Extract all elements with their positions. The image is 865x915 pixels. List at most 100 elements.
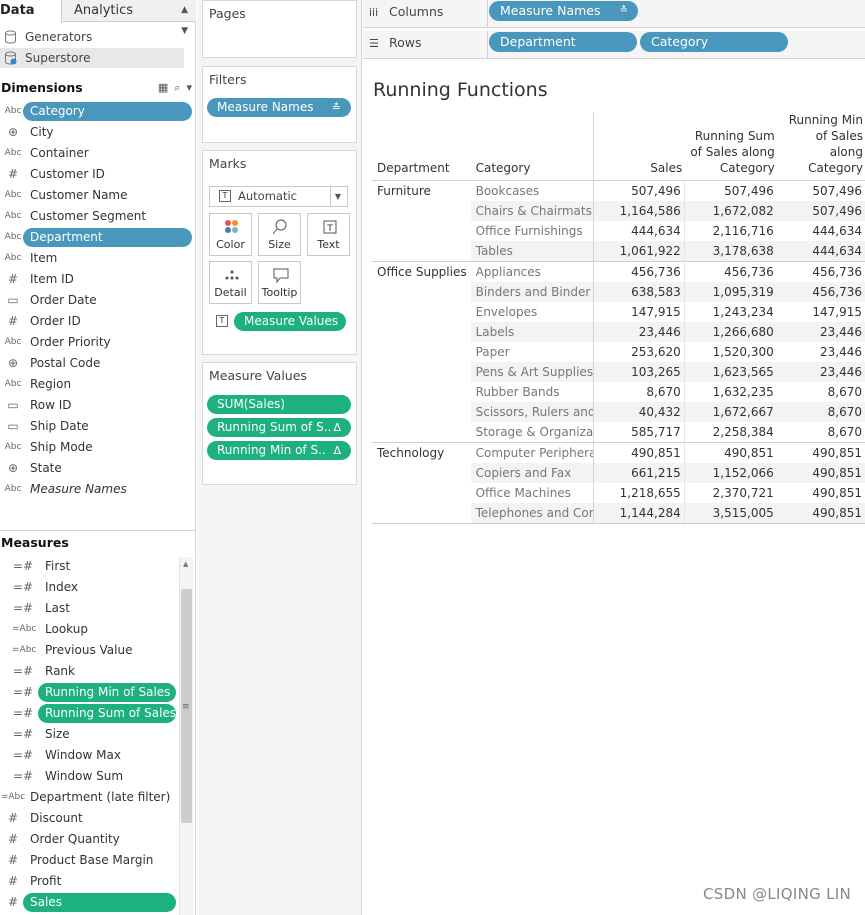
marks-text-button[interactable]: T Text [307,213,350,256]
running-min-cell[interactable]: 444,634 [776,241,865,262]
running-sum-cell[interactable]: 1,520,300 [683,342,777,362]
measure-field[interactable]: =# Window Max [0,745,179,766]
running-min-cell[interactable]: 490,851 [776,442,865,463]
category-cell[interactable]: Bookcases [470,180,595,201]
category-cell[interactable]: Storage & Organizat.. [470,422,595,443]
mark-type-dropdown[interactable]: T Automatic ▼ [209,186,348,207]
measure-field[interactable]: =Abc Department (late filter) [0,787,179,808]
running-sum-cell[interactable]: 1,266,680 [683,322,777,342]
marks-color-button[interactable]: Color [209,213,252,256]
mv-pill-running-min[interactable]: Running Min of S.. Δ [207,441,351,460]
department-cell[interactable]: Technology [372,442,471,524]
running-sum-cell[interactable]: 2,370,721 [683,483,777,503]
filter-pill-measure-names[interactable]: Measure Names ≛ [207,98,351,117]
running-sum-cell[interactable]: 490,851 [683,442,777,463]
sales-cell[interactable]: 40,432 [593,402,685,422]
header-department[interactable]: Department [372,112,471,181]
category-cell[interactable]: Copiers and Fax [470,463,595,483]
running-min-cell[interactable]: 147,915 [777,302,865,322]
measure-field[interactable]: # Sales [0,892,179,913]
measure-field[interactable]: =# Rank [0,661,179,682]
marks-detail-button[interactable]: Detail [209,261,252,304]
header-sales[interactable]: Sales [594,112,685,181]
marks-size-button[interactable]: Size [258,213,301,256]
header-running-sum[interactable]: Running Sum of Sales along Category [684,112,776,181]
scroll-up-icon[interactable]: ▲ [183,560,188,568]
measure-field[interactable]: =# Index [0,577,179,598]
department-cell[interactable]: Office Supplies [372,261,471,443]
measures-scrollbar[interactable]: ▲ ≡ [179,557,193,915]
measure-field[interactable]: =Abc Previous Value [0,640,179,661]
running-min-cell[interactable]: 456,736 [776,282,865,302]
search-icon[interactable]: ⌕ [174,81,180,94]
running-min-cell[interactable]: 8,670 [776,402,865,422]
measure-field[interactable]: =Abc Lookup [0,619,179,640]
measure-field[interactable]: # Product Base Margin [0,850,179,871]
running-sum-cell[interactable]: 1,623,565 [683,362,777,382]
sales-cell[interactable]: 456,736 [593,261,685,282]
category-cell[interactable]: Telephones and Com.. [470,503,595,524]
category-cell[interactable]: Rubber Bands [470,382,595,402]
category-cell[interactable]: Scissors, Rulers and .. [470,402,595,422]
datasource-superstore[interactable]: Superstore [0,48,184,68]
running-sum-cell[interactable]: 3,178,638 [683,241,777,262]
pages-card[interactable]: Pages [202,0,357,58]
category-cell[interactable]: Computer Periphera.. [470,442,595,463]
category-cell[interactable]: Appliances [470,261,595,282]
running-sum-cell[interactable]: 1,243,234 [683,302,777,322]
measure-field[interactable]: =# Window Sum [0,766,179,787]
running-sum-cell[interactable]: 1,672,082 [683,201,777,221]
measure-field[interactable]: =# First [0,556,179,577]
sales-cell[interactable]: 585,717 [594,422,685,443]
running-min-cell[interactable]: 490,851 [776,503,865,524]
measure-field[interactable]: # Profit [0,871,179,892]
sales-cell[interactable]: 1,144,284 [593,503,685,524]
sales-cell[interactable]: 490,851 [593,442,685,463]
measure-field[interactable]: # Order Quantity [0,829,179,850]
measure-field[interactable]: =# Running Sum of Sales [0,703,179,724]
view-list-icon[interactable]: ▦ [158,81,168,94]
header-running-min[interactable]: Running Min of Sales along Category [777,112,865,181]
columns-pill-measure-names[interactable]: Measure Names ≛ [489,1,638,21]
running-sum-cell[interactable]: 1,152,066 [683,463,777,483]
running-min-cell[interactable]: 456,736 [776,261,865,282]
running-min-cell[interactable]: 23,446 [776,362,865,382]
measure-field[interactable]: =# Last [0,598,179,619]
measure-field[interactable]: =# Size [0,724,179,745]
running-min-cell[interactable]: 23,446 [776,322,865,342]
category-cell[interactable]: Office Machines [470,483,595,503]
sales-cell[interactable]: 103,265 [593,362,685,382]
category-cell[interactable]: Envelopes [470,302,595,322]
sales-cell[interactable]: 661,215 [593,463,685,483]
measure-field[interactable]: =# Running Min of Sales [0,682,179,703]
sales-cell[interactable]: 638,583 [593,282,685,302]
running-sum-cell[interactable]: 2,258,384 [683,422,777,443]
running-min-cell[interactable]: 490,851 [776,463,865,483]
running-min-cell[interactable]: 507,496 [776,201,865,221]
rows-shelf[interactable]: ☰ Rows Department Category [363,31,865,59]
mv-pill-sum-sales[interactable]: SUM(Sales) [207,395,351,414]
sales-cell[interactable]: 507,496 [594,181,685,202]
sales-cell[interactable]: 1,218,655 [594,483,685,503]
header-category[interactable]: Category [470,112,595,181]
category-cell[interactable]: Office Furnishings [470,221,595,241]
menu-dropdown-icon[interactable]: ▾ [186,81,192,94]
running-min-cell[interactable]: 23,446 [777,342,865,362]
running-min-cell[interactable]: 444,634 [777,221,865,241]
category-cell[interactable]: Pens & Art Supplies [470,362,595,382]
marks-tooltip-button[interactable]: Tooltip [258,261,301,304]
rows-pill-category[interactable]: Category [640,32,788,52]
running-min-cell[interactable]: 8,670 [777,422,865,443]
category-cell[interactable]: Labels [470,322,595,342]
category-cell[interactable]: Binders and Binder .. [470,282,595,302]
category-cell[interactable]: Paper [470,342,595,362]
running-min-cell[interactable]: 490,851 [777,483,865,503]
datasource-generators[interactable]: Generators [0,27,184,47]
marks-pill-measure-values[interactable]: Measure Values [234,312,346,331]
rows-pill-department[interactable]: Department [489,32,637,52]
running-sum-cell[interactable]: 507,496 [683,180,777,201]
tab-analytics[interactable]: Analytics ▲ ▼ [62,0,196,36]
columns-shelf[interactable]: iii Columns Measure Names ≛ [363,0,865,28]
department-cell[interactable]: Furniture [372,181,471,262]
measure-field[interactable]: # Discount [0,808,179,829]
